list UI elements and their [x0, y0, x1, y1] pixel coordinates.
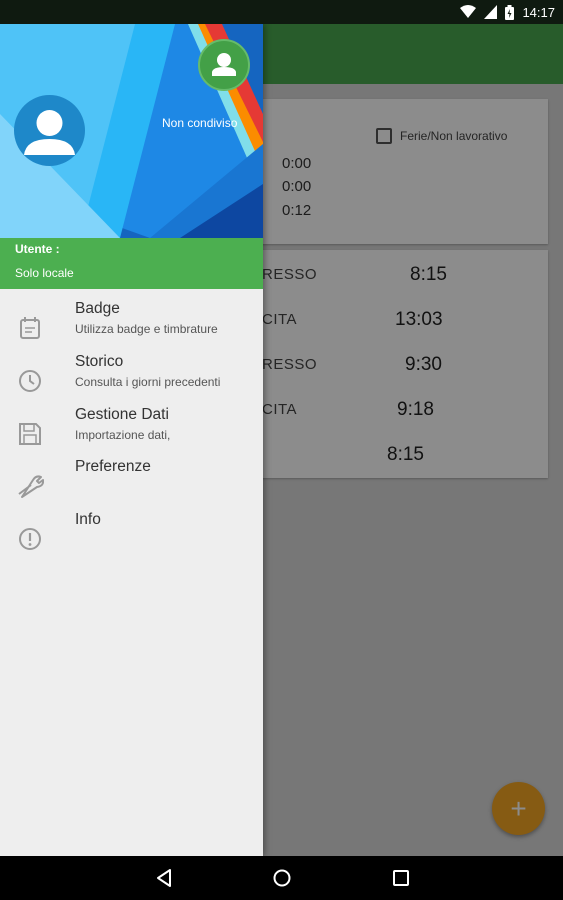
person-icon	[24, 110, 75, 155]
drawer-item-title: Info	[75, 511, 101, 528]
person-icon	[212, 53, 236, 76]
share-status-avatar[interactable]	[198, 39, 250, 91]
recents-icon[interactable]	[389, 867, 413, 889]
status-bar: 14:17	[0, 0, 563, 24]
wrench-icon	[18, 475, 44, 498]
floppy-disk-icon	[19, 423, 41, 445]
navigation-drawer: Non condiviso Utente : Solo locale Badge…	[0, 24, 263, 856]
drawer-item-title: Badge	[75, 300, 120, 317]
drawer-item-subtitle: Utilizza badge e timbrature	[75, 322, 218, 336]
drawer-item-storico[interactable]: Storico Consulta i giorni precedenti	[0, 353, 263, 405]
signal-icon	[484, 5, 498, 19]
drawer-item-title: Gestione Dati	[75, 406, 169, 423]
back-icon[interactable]	[152, 867, 176, 889]
user-value: Solo locale	[15, 266, 74, 280]
drawer-header: Non condiviso	[0, 24, 263, 238]
clock-icon	[19, 370, 41, 392]
drawer-item-info[interactable]: Info	[0, 511, 263, 563]
home-icon[interactable]	[270, 867, 294, 889]
share-status-label: Non condiviso	[162, 116, 238, 130]
info-icon	[19, 528, 41, 550]
calendar-icon	[20, 317, 40, 339]
drawer-item-preferenze[interactable]: Preferenze	[0, 458, 263, 510]
wifi-icon	[460, 5, 477, 19]
user-info-band: Utente : Solo locale	[0, 238, 263, 289]
drawer-item-title: Preferenze	[75, 458, 151, 475]
status-icons: 14:17	[460, 0, 555, 24]
app-content: Ferie/Non lavorativo 0:00 0:00 0:12 RESS…	[0, 24, 563, 856]
user-label: Utente :	[15, 242, 60, 256]
system-navigation-bar	[0, 856, 563, 900]
drawer-item-title: Storico	[75, 353, 124, 370]
drawer-item-subtitle: Consulta i giorni precedenti	[75, 375, 221, 389]
user-avatar[interactable]	[14, 95, 85, 166]
drawer-item-subtitle: Importazione dati,	[75, 428, 171, 442]
drawer-item-gestione-dati[interactable]: Gestione Dati Importazione dati,	[0, 406, 263, 458]
clock-time: 14:17	[522, 4, 555, 20]
battery-icon	[505, 4, 515, 20]
drawer-item-badge[interactable]: Badge Utilizza badge e timbrature	[0, 300, 263, 352]
